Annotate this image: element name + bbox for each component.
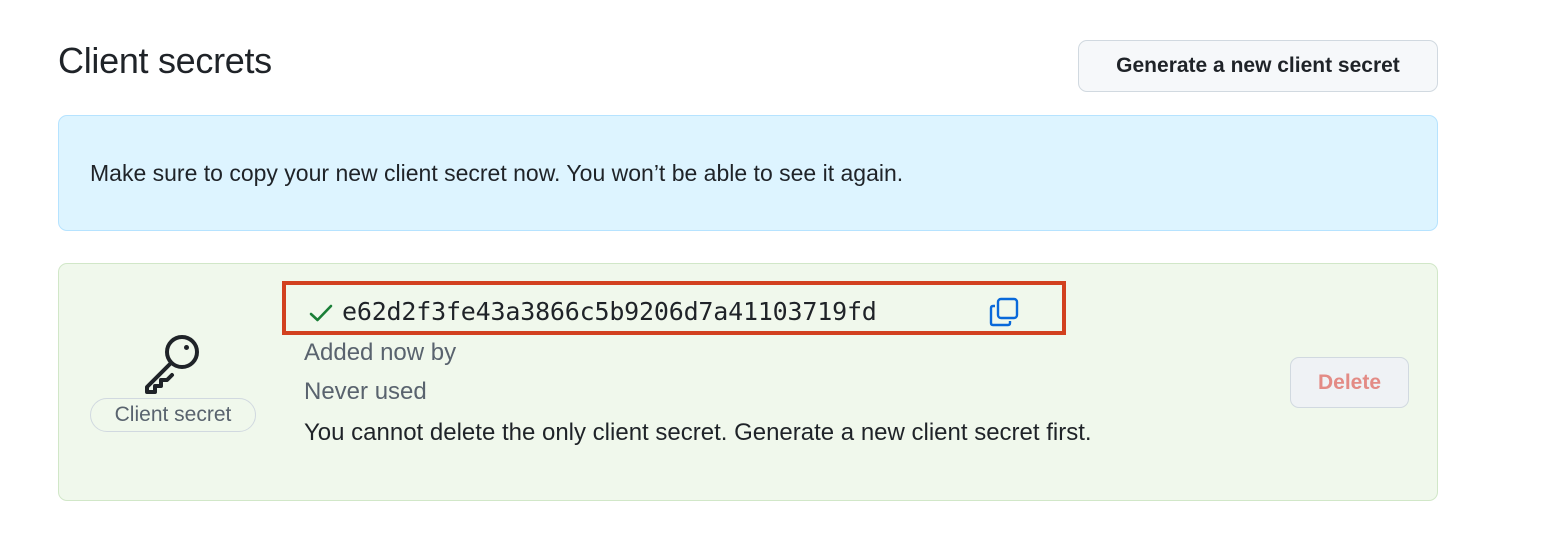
secret-highlight: e62d2f3fe43a3866c5b9206d7a41103719fd — [282, 281, 1066, 335]
check-icon — [309, 304, 333, 322]
page-title: Client secrets — [58, 40, 272, 81]
generate-client-secret-button[interactable]: Generate a new client secret — [1078, 40, 1438, 92]
delete-restriction-note: You cannot delete the only client secret… — [304, 419, 1092, 446]
secret-type-label: Client secret — [90, 398, 256, 432]
added-by-text: Added now by — [304, 339, 457, 366]
key-icon — [145, 335, 199, 394]
client-secrets-page: Client secrets Generate a new client sec… — [0, 0, 1542, 552]
usage-text: Never used — [304, 378, 427, 405]
flash-message: Make sure to copy your new client secret… — [90, 159, 904, 186]
copy-icon[interactable] — [988, 296, 1020, 328]
client-secret-value: e62d2f3fe43a3866c5b9206d7a41103719fd — [342, 297, 877, 326]
client-secret-card: Client secret e62d2f3fe43a3866c5b9206d7a… — [58, 263, 1438, 501]
delete-button[interactable]: Delete — [1290, 357, 1409, 408]
flash-notice: Make sure to copy your new client secret… — [58, 115, 1438, 231]
